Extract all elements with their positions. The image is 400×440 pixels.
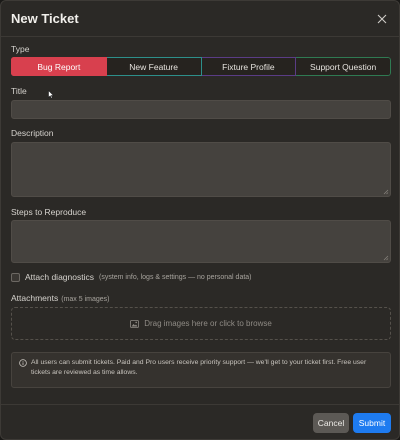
- resize-grip-icon[interactable]: [383, 255, 389, 261]
- diagnostics-row: Attach diagnostics (system info, logs & …: [11, 272, 252, 282]
- attachments-header: Attachments (max 5 images): [11, 293, 109, 303]
- attachments-hint: (max 5 images): [61, 296, 110, 303]
- steps-textarea[interactable]: [11, 220, 391, 263]
- dialog-title: New Ticket: [11, 11, 79, 26]
- info-circle-icon: [19, 359, 27, 367]
- image-icon: [130, 319, 140, 328]
- type-label: Type: [11, 44, 30, 54]
- description-textarea[interactable]: [11, 142, 391, 197]
- diagnostics-checkbox[interactable]: [11, 272, 20, 282]
- type-option-new-feature[interactable]: New Feature: [106, 57, 202, 76]
- mouse-cursor-icon: [48, 90, 54, 99]
- type-option-bug-report[interactable]: Bug Report: [11, 57, 107, 76]
- resize-grip-icon[interactable]: [383, 189, 389, 195]
- cancel-button[interactable]: Cancel: [313, 413, 349, 433]
- type-segmented-control: Bug Report New Feature Fixture Profile S…: [11, 57, 391, 76]
- dialog-header: New Ticket: [1, 1, 399, 37]
- close-icon[interactable]: [374, 11, 390, 27]
- diagnostics-hint: (system info, logs & settings — no perso…: [98, 273, 252, 281]
- info-text: All users can submit tickets. Paid and P…: [31, 359, 367, 376]
- type-option-fixture-profile[interactable]: Fixture Profile: [201, 57, 297, 76]
- diagnostics-label[interactable]: Attach diagnostics: [25, 272, 94, 282]
- new-ticket-dialog: New Ticket Type Bug Report New Feature F…: [0, 0, 400, 440]
- dropzone-text: Drag images here or click to browse: [144, 319, 272, 328]
- title-label: Title: [11, 86, 27, 96]
- attachments-dropzone[interactable]: Drag images here or click to browse: [11, 307, 391, 340]
- dialog-footer: Cancel Submit: [1, 404, 399, 439]
- submit-button[interactable]: Submit: [353, 413, 391, 433]
- steps-label: Steps to Reproduce: [11, 207, 87, 217]
- attachments-label: Attachments: [11, 293, 59, 303]
- type-option-support-question[interactable]: Support Question: [296, 57, 391, 76]
- description-label: Description: [11, 128, 54, 138]
- title-input[interactable]: [11, 100, 391, 119]
- info-notice: All users can submit tickets. Paid and P…: [11, 352, 391, 388]
